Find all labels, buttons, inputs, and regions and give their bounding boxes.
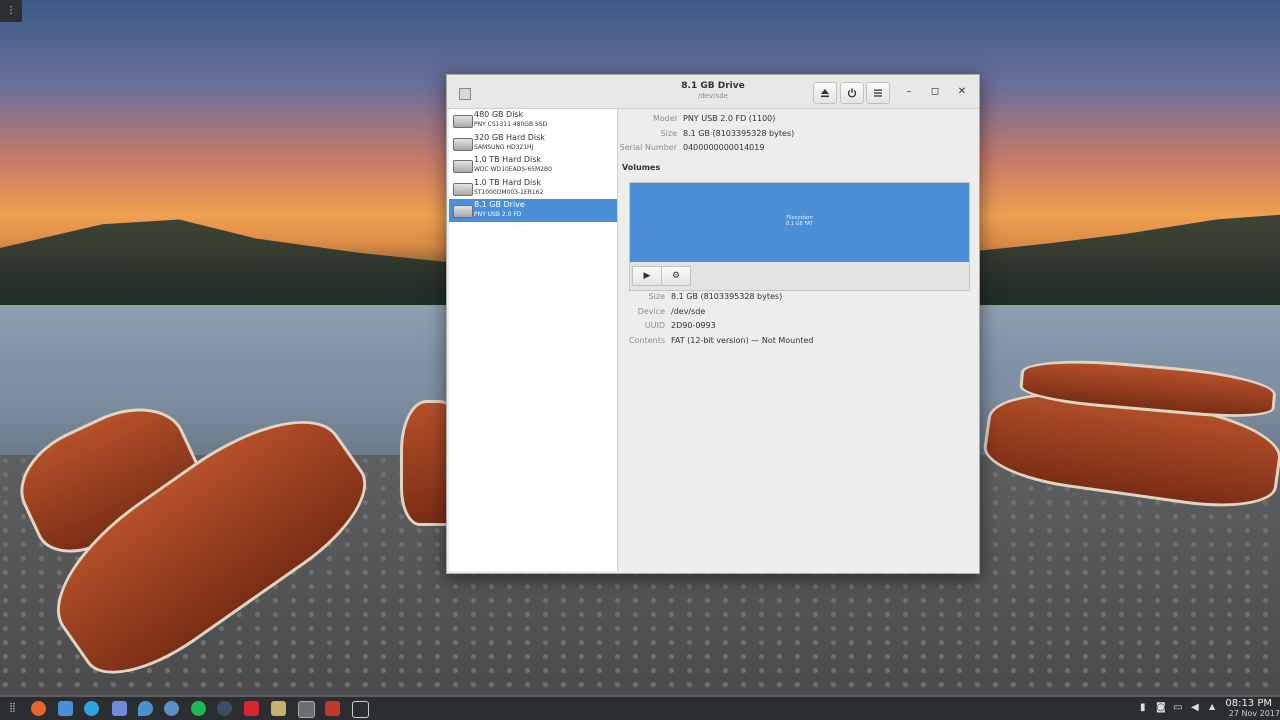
battery-icon[interactable]: ▮ xyxy=(1140,702,1146,713)
volume-map: Filesystem 8.1 GB FAT ▶ ⚙ xyxy=(629,182,970,291)
camera-icon[interactable]: ◙ xyxy=(1156,702,1166,713)
steam-icon[interactable] xyxy=(217,701,232,716)
contents-label: Contents xyxy=(629,336,665,345)
drive-menu-button[interactable] xyxy=(866,82,890,104)
power-icon xyxy=(847,88,857,98)
window-subtitle: /dev/sde xyxy=(697,92,728,100)
discord-icon[interactable] xyxy=(112,701,127,716)
usb-drive-icon: usb xyxy=(453,205,473,219)
volume-icon[interactable]: ◀ xyxy=(1191,702,1199,713)
gears-icon: ⚙ xyxy=(671,271,681,281)
drive-details: Model PNY USB 2.0 FD (1100) Size 8.1 GB … xyxy=(618,109,977,571)
disk-list-item-selected[interactable]: usb 8.1 GB Drive PNY USB 2.0 FD xyxy=(449,199,617,222)
maximize-button[interactable]: ◻ xyxy=(928,85,942,99)
size-label: Size xyxy=(660,129,677,138)
device-value: /dev/sde xyxy=(671,307,706,316)
disk-list: hd 480 GB Disk PNY CS1311 480GB SSD hd 3… xyxy=(449,109,618,571)
disk-list-item[interactable]: hd 320 GB Hard Disk SAMSUNG HD321HJ xyxy=(449,132,617,155)
disk-name: 480 GB Disk xyxy=(474,110,524,119)
disk-model: PNY USB 2.0 FD xyxy=(474,211,522,219)
hard-disk-icon: hd xyxy=(453,182,473,196)
clock-date[interactable]: 27 Nov 2017 xyxy=(1229,709,1280,718)
model-label: Model xyxy=(652,114,677,123)
menu-icon xyxy=(874,89,882,97)
app-launcher-icon[interactable]: ⣿ xyxy=(5,701,20,716)
hard-disk-icon: hd xyxy=(453,160,473,174)
eject-icon xyxy=(821,89,829,98)
serial-label: Serial Number xyxy=(619,143,677,152)
play-icon: ▶ xyxy=(643,271,651,281)
desktop-menu-button[interactable]: ⋮ xyxy=(0,0,22,22)
disks-window: app 8.1 GB Drive /dev/sde – ◻ ✕ hd 480 G… xyxy=(446,74,980,574)
disk-name: 1.0 TB Hard Disk xyxy=(474,177,542,187)
spotify-icon[interactable] xyxy=(191,701,206,716)
clock-time[interactable]: 08:13 PM xyxy=(1225,698,1272,709)
eject-button[interactable] xyxy=(813,82,837,104)
size-value: 8.1 GB (8103395328 bytes) xyxy=(683,129,795,138)
hard-disk-icon: hd xyxy=(453,115,473,128)
volume-size-value: 8.1 GB (8103395328 bytes) xyxy=(671,292,783,301)
disk-model: PNY CS1311 480GB SSD xyxy=(474,121,548,128)
screen-recorder-icon[interactable] xyxy=(325,701,340,716)
disk-list-item[interactable]: hd 480 GB Disk PNY CS1311 480GB SSD xyxy=(449,109,617,132)
uuid-value: 2D90-0993 xyxy=(671,321,716,330)
volume-partition[interactable]: Filesystem 8.1 GB FAT xyxy=(630,183,969,262)
file-manager-icon[interactable] xyxy=(271,701,286,716)
uuid-label: UUID xyxy=(644,321,665,330)
minimize-button[interactable]: – xyxy=(902,85,916,99)
hard-disk-icon: hd xyxy=(453,137,473,151)
disks-app-icon[interactable] xyxy=(298,701,315,718)
disk-name: 320 GB Hard Disk xyxy=(474,132,545,142)
disk-model: WDC WD10EADS-65M2B0 xyxy=(474,166,552,174)
pdf-viewer-icon[interactable] xyxy=(244,701,259,716)
window-title: 8.1 GB Drive xyxy=(681,81,745,91)
disk-model: ST1000DM003-1ER162 xyxy=(474,188,544,196)
display-icon[interactable]: ▭ xyxy=(1173,702,1182,713)
volumes-heading: Volumes xyxy=(622,163,661,172)
disk-list-item[interactable]: hd 1.0 TB Hard Disk ST1000DM003-1ER162 xyxy=(449,177,617,200)
volume-size-label: Size xyxy=(648,292,665,301)
serial-value: 0400000000014019 xyxy=(683,143,765,152)
telegram-icon[interactable] xyxy=(84,701,99,716)
disk-name: 1.0 TB Hard Disk xyxy=(474,155,542,165)
droplet-icon[interactable] xyxy=(138,701,153,716)
firefox-icon[interactable] xyxy=(31,701,46,716)
disk-name: 8.1 GB Drive xyxy=(474,200,525,210)
partition-settings-button[interactable]: ⚙ xyxy=(661,266,691,286)
chat-icon[interactable] xyxy=(58,701,73,716)
disk-list-item[interactable]: hd 1.0 TB Hard Disk WDC WD10EADS-65M2B0 xyxy=(449,154,617,177)
mount-button[interactable]: ▶ xyxy=(632,266,662,286)
contents-value: FAT (12-bit version) — Not Mounted xyxy=(671,336,814,345)
partition-size: 8.1 GB FAT xyxy=(786,221,813,227)
device-label: Device xyxy=(637,307,665,316)
browser-icon[interactable] xyxy=(164,701,179,716)
screenshot-icon[interactable] xyxy=(352,701,369,718)
close-button[interactable]: ✕ xyxy=(955,85,969,99)
titlebar[interactable]: app 8.1 GB Drive /dev/sde – ◻ ✕ xyxy=(447,75,979,109)
power-off-button[interactable] xyxy=(840,82,864,104)
tray-expand-icon[interactable]: ▲ xyxy=(1209,702,1215,711)
model-value: PNY USB 2.0 FD (1100) xyxy=(683,114,776,123)
taskbar: ⣿ ▮ ◙ ▭ ◀ ▲ 08:13 PM 27 Nov 2017 xyxy=(0,697,1280,720)
disk-model: SAMSUNG HD321HJ xyxy=(474,143,534,151)
